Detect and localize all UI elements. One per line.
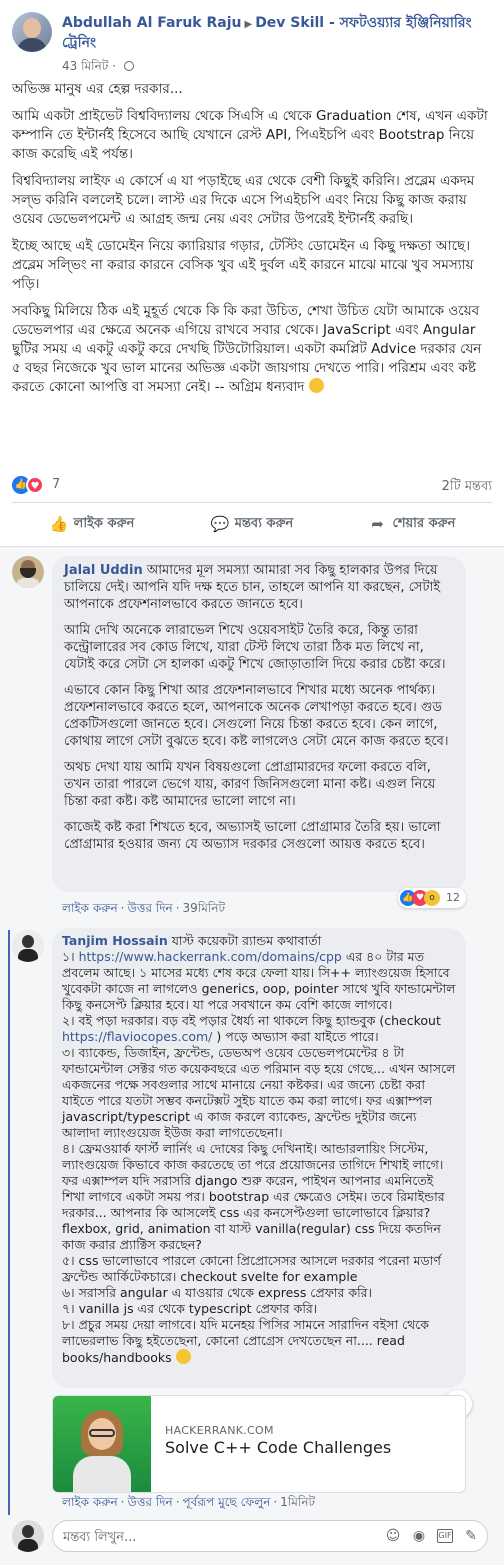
comment-paragraph: Jalal Uddin আমাদের মূল সমস্যা আমারা সব ক…: [64, 562, 454, 613]
hackerrank-link[interactable]: https://www.hackerrank.com/domains/cpp: [79, 949, 342, 964]
comment-time[interactable]: 1মিনিট: [280, 1495, 315, 1509]
post: Abdullah Al Faruk Raju ▶ Dev Skill - সফটওয…: [0, 0, 504, 546]
commenter-avatar[interactable]: [12, 556, 44, 588]
comment-line: Tanjim Hossain যাস্ট কয়েকটা র‍্যান্ডম ক…: [62, 933, 456, 949]
author-name[interactable]: Abdullah Al Faruk Raju: [62, 15, 241, 31]
author-line: Abdullah Al Faruk Raju ▶ Dev Skill - সফটওয…: [62, 14, 492, 53]
post-header: Abdullah Al Faruk Raju ▶ Dev Skill - সফটওয…: [12, 12, 492, 73]
wink-emoji-icon: [175, 1349, 191, 1364]
comment-paragraph: এভাবে কোন কিছু শিখা আর প্রফেশনালভাবে শিখ…: [64, 683, 449, 749]
comment-line: ৪। ফ্রেমওয়ার্ক ফার্স্ট লার্নিং এ দোষের …: [62, 1141, 445, 1252]
arrow-right-icon: ▶: [244, 19, 253, 30]
comment-paragraph: আমি দেখি অনেকে লারাভেল শিখে ওয়েবসাইট তৈ…: [64, 623, 446, 672]
comment-line: ১। https://www.hackerrank.com/domains/cp…: [62, 949, 456, 1013]
remove-preview-link[interactable]: পূর্বরূপ মুছে ফেলুন: [183, 1495, 271, 1509]
comment-line: ৬। সরাসরি angular এ যাওয়ার থেকে express…: [62, 1285, 372, 1300]
post-paragraph-text: সবকিছু মিলিয়ে ঠিক এই মুহূর্ত থেকে কি কি…: [12, 303, 482, 395]
comment-button[interactable]: 💬 মন্তব্য করুন: [172, 508, 332, 540]
sticker-icon[interactable]: ✎: [463, 1528, 479, 1544]
post-paragraph: ইচ্ছে আছে এই ডোমেইন নিয়ে ক্যারিয়ার গড়…: [12, 238, 474, 292]
post-time[interactable]: 43 মিনিট: [62, 59, 108, 73]
comment-text: ১।: [62, 949, 79, 964]
comment-line: ৭। vanilla js এর থেকে typescript প্রেফার…: [62, 1301, 318, 1316]
emoji-icon[interactable]: ☺: [385, 1528, 401, 1544]
love-reaction-icon[interactable]: ♥: [26, 476, 44, 494]
comment-reaction-count: 12: [446, 891, 460, 904]
comment-icon: 💬: [210, 515, 230, 533]
comment-meta: লাইক করুন · উত্তর দিন · 39মিনিট: [62, 901, 226, 915]
comment-line: ৮। প্রচুর সময় দেয়া লাগবে। যদি মনেহয় প…: [62, 1317, 456, 1366]
comment-text: যাস্ট কয়েকটা র‍্যান্ডম কথাবার্তা: [171, 933, 322, 948]
comment-line: ৫। css ভালোভাবে পারলে কোনো প্রিপ্রোসেসর …: [62, 1253, 441, 1284]
comment-bubble: Jalal Uddin আমাদের মূল সমস্যা আমারা সব ক…: [52, 556, 466, 892]
globe-icon: [123, 61, 134, 71]
commenter-name[interactable]: Tanjim Hossain: [62, 933, 168, 948]
camera-icon[interactable]: ◉: [411, 1528, 427, 1544]
share-icon: ➦: [371, 515, 384, 533]
post-meta: 43 মিনিট ·: [62, 58, 134, 78]
smile-emoji-icon: [308, 378, 324, 393]
post-paragraph: বিশ্ববিদ্যালয় লাইফ এ কোর্সে এ যা পড়াইছ…: [12, 173, 475, 227]
comment-reply-link[interactable]: উত্তর দিন: [127, 1495, 172, 1509]
reaction-count[interactable]: 7: [52, 477, 60, 492]
commenter-name[interactable]: Jalal Uddin: [64, 563, 143, 578]
comment-paragraph: অথচ দেখা যায় আমি যখন বিষয়গুলো প্রোগ্রা…: [64, 760, 436, 809]
author-avatar[interactable]: [12, 12, 52, 52]
comment-paragraph: কাজেই কষ্ট করা শিখতে হবে, অভ্যাসই ভালো প…: [64, 820, 441, 852]
divider: [12, 502, 492, 503]
comment-composer[interactable]: ☺ ◉ GIF ✎: [52, 1520, 488, 1552]
comment-time[interactable]: 39মিনিট: [183, 901, 226, 915]
comment-input[interactable]: [63, 1527, 363, 1547]
link-thumbnail: [53, 1396, 151, 1492]
post-paragraph: অভিজ্ঞ মানুষ এর হেল্প দরকার...: [12, 81, 183, 97]
current-user-avatar: [12, 1520, 44, 1552]
like-label: লাইক করুন: [73, 515, 135, 531]
comment-reactions[interactable]: 👍 ♥ o 12: [398, 888, 466, 908]
comment-like-link[interactable]: লাইক করুন: [62, 1495, 118, 1509]
comment-bubble: Tanjim Hossain যাস্ট কয়েকটা র‍্যান্ডম ক…: [52, 928, 466, 1388]
link-preview-card[interactable]: HACKERRANK.COM Solve C++ Code Challenges: [52, 1395, 466, 1493]
post-actions: 👍 লাইক করুন 💬 মন্তব্য করুন ➦ শেয়ার করুন: [12, 508, 492, 540]
comment-line: ২। বই পড়া দরকার। বড় বই পড়ার ধৈর্য্য ন…: [62, 1013, 456, 1045]
comment-line: ৩। ব্যাকেন্ড, ডিজাইন, ফ্রন্টেন্ড, ডেভঅপ …: [62, 1045, 456, 1140]
comment-like-link[interactable]: লাইক করুন: [62, 901, 118, 915]
post-paragraph-last: সবকিছু মিলিয়ে ঠিক এই মুহূর্ত থেকে কি কি…: [12, 302, 490, 397]
link-domain: HACKERRANK.COM: [165, 1424, 274, 1437]
wow-reaction-icon: o: [424, 890, 440, 906]
comment-label: মন্তব্য করুন: [234, 515, 294, 531]
commenter-avatar[interactable]: [12, 930, 44, 962]
active-comment-indicator: [8, 930, 10, 1515]
post-body: অভিজ্ঞ মানুষ এর হেল্প দরকার... আমি একটা …: [12, 80, 490, 405]
share-button[interactable]: ➦ শেয়ার করুন: [332, 508, 492, 540]
thumbs-up-icon: 👍: [49, 515, 69, 533]
post-paragraph: আমি একটা প্রাইভেট বিশ্ববিদ্যালয় থেকে সি…: [12, 108, 488, 162]
like-button[interactable]: 👍 লাইক করুন: [12, 508, 172, 540]
comment-text: ৮। প্রচুর সময় দেয়া লাগবে। যদি মনেহয় প…: [62, 1317, 430, 1365]
comment-meta: লাইক করুন · উত্তর দিন · পূর্বরূপ মুছে ফেলুন ·…: [62, 1495, 316, 1509]
comment-text: ২। বই পড়া দরকার। বড় বই পড়ার ধৈর্য্য ন…: [62, 1013, 441, 1028]
share-label: শেয়ার করুন: [392, 515, 456, 531]
comment-count[interactable]: 2টি মন্তব্য: [442, 477, 492, 498]
flaviocopes-link[interactable]: https://flaviocopes.com/: [62, 1029, 212, 1044]
composer-icons: ☺ ◉ GIF ✎: [385, 1528, 479, 1546]
comment-reply-link[interactable]: উত্তর দিন: [127, 901, 172, 915]
gif-icon[interactable]: GIF: [437, 1529, 453, 1543]
comment-text: ) পড়ে অভ্যাস করা যাইতে পারে।: [212, 1029, 379, 1044]
reactions-row: 👍 ♥ 7 2টি মন্তব্য: [12, 474, 492, 496]
link-title: Solve C++ Code Challenges: [165, 1438, 392, 1457]
